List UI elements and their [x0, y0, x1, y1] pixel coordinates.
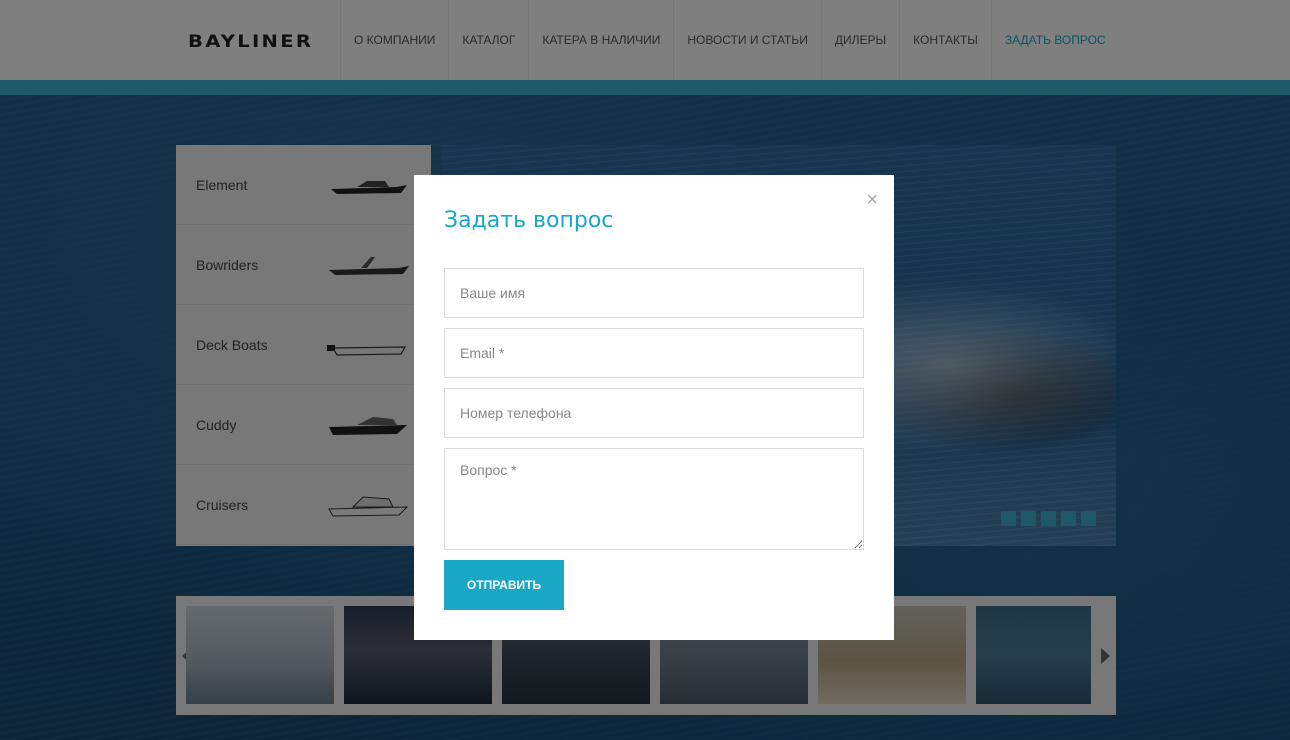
ask-question-modal: × Задать вопрос ОТПРАВИТЬ — [414, 175, 894, 640]
email-field[interactable] — [444, 328, 864, 378]
close-icon[interactable]: × — [866, 190, 878, 210]
name-field[interactable] — [444, 268, 864, 318]
modal-title: Задать вопрос — [444, 208, 614, 233]
question-field[interactable] — [444, 448, 864, 550]
submit-button[interactable]: ОТПРАВИТЬ — [444, 560, 564, 610]
phone-field[interactable] — [444, 388, 864, 438]
